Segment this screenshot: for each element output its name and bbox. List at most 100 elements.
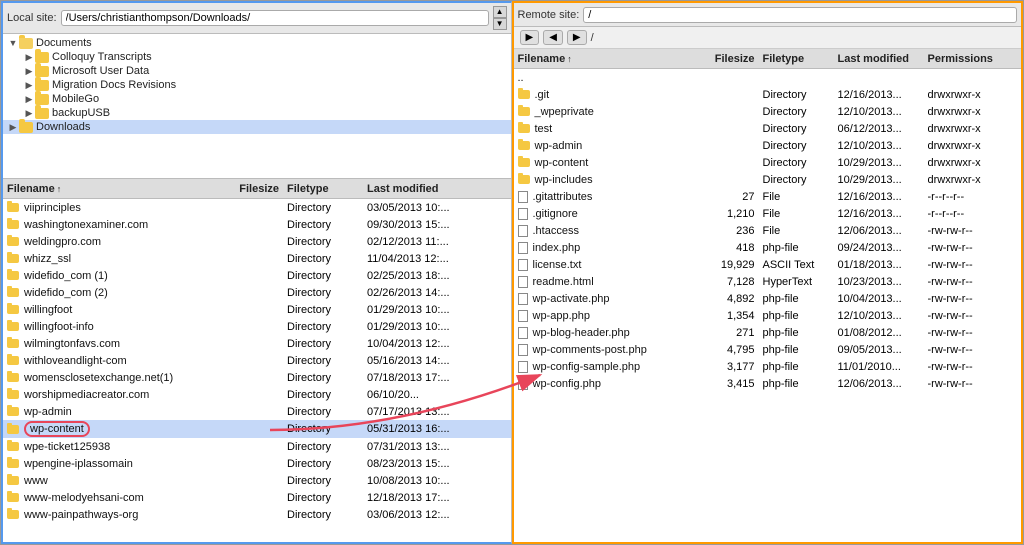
table-row[interactable]: wwwDirectory10/08/2013 10:... bbox=[3, 472, 511, 489]
tree-toggle[interactable]: ▶ bbox=[23, 108, 35, 119]
tree-label: backupUSB bbox=[52, 107, 110, 119]
file-type: Directory bbox=[287, 509, 367, 521]
tree-toggle[interactable]: ▶ bbox=[23, 52, 35, 63]
table-row[interactable]: www-painpathways-orgDirectory03/06/2013 … bbox=[3, 506, 511, 523]
file-type: Directory bbox=[287, 304, 367, 316]
table-row[interactable]: withloveandlight-comDirectory05/16/2013 … bbox=[3, 352, 511, 369]
tree-item[interactable]: ▼Documents bbox=[3, 36, 511, 50]
table-row[interactable]: willingfootDirectory01/29/2013 10:... bbox=[3, 301, 511, 318]
left-col-filesize-header[interactable]: Filesize bbox=[227, 183, 287, 195]
folder-icon bbox=[35, 80, 49, 91]
file-icon bbox=[518, 361, 528, 373]
table-row[interactable]: wp-adminDirectory12/10/2013...drwxrwxr-x bbox=[514, 137, 1022, 154]
tree-toggle[interactable]: ▶ bbox=[23, 80, 35, 91]
right-site-input[interactable] bbox=[583, 7, 1017, 23]
file-icon bbox=[518, 276, 528, 288]
table-row[interactable]: www-melodyehsani-comDirectory12/18/2013 … bbox=[3, 489, 511, 506]
right-col-perms-header[interactable]: Permissions bbox=[928, 53, 1018, 65]
right-col-filesize-header[interactable]: Filesize bbox=[708, 53, 763, 65]
right-file-list: ...gitDirectory12/16/2013...drwxrwxr-x_w… bbox=[514, 69, 1022, 542]
table-row[interactable]: washingtonexaminer.comDirectory09/30/201… bbox=[3, 216, 511, 233]
folder-icon bbox=[7, 425, 19, 434]
file-permissions: -r--r--r-- bbox=[928, 208, 1018, 220]
tree-item[interactable]: ▶MobileGo bbox=[3, 92, 511, 106]
table-row[interactable]: wp-app.php1,354php-file12/10/2013...-rw-… bbox=[514, 307, 1022, 324]
file-permissions: -rw-rw-r-- bbox=[928, 276, 1018, 288]
table-row[interactable]: wpengine-iplassomainDirectory08/23/2013 … bbox=[3, 455, 511, 472]
table-row[interactable]: willingfoot-infoDirectory01/29/2013 10:.… bbox=[3, 318, 511, 335]
left-col-modified-header[interactable]: Last modified bbox=[367, 183, 467, 195]
file-name: wp-admin bbox=[535, 140, 583, 152]
file-name: viiprinciples bbox=[24, 202, 81, 214]
right-col-modified-header[interactable]: Last modified bbox=[838, 53, 928, 65]
tree-toggle[interactable]: ▼ bbox=[7, 38, 19, 48]
folder-icon bbox=[19, 38, 33, 49]
table-row[interactable]: _wpeprivateDirectory12/10/2013...drwxrwx… bbox=[514, 103, 1022, 120]
file-modified: 05/31/2013 16:... bbox=[367, 423, 467, 435]
tree-toggle[interactable]: ▶ bbox=[23, 66, 35, 77]
tree-item[interactable]: ▶Downloads bbox=[3, 120, 511, 134]
right-nav-play-btn[interactable]: ▶ bbox=[520, 30, 540, 45]
table-row[interactable]: readme.html7,128HyperText10/23/2013...-r… bbox=[514, 273, 1022, 290]
right-col-filetype-header[interactable]: Filetype bbox=[763, 53, 838, 65]
table-row[interactable]: wp-config-sample.php3,177php-file11/01/2… bbox=[514, 358, 1022, 375]
left-col-filename-header[interactable]: Filename ↑ bbox=[7, 183, 227, 195]
left-col-filetype-header[interactable]: Filetype bbox=[287, 183, 367, 195]
tree-toggle[interactable]: ▶ bbox=[7, 122, 19, 133]
table-row[interactable]: widefido_com (1)Directory02/25/2013 18:.… bbox=[3, 267, 511, 284]
table-row[interactable]: whizz_sslDirectory11/04/2013 12:... bbox=[3, 250, 511, 267]
file-icon bbox=[518, 225, 528, 237]
table-row[interactable]: .gitattributes27File12/16/2013...-r--r--… bbox=[514, 188, 1022, 205]
tree-item[interactable]: ▶Colloquy Transcripts bbox=[3, 50, 511, 64]
table-row[interactable]: worshipmediacreator.comDirectory06/10/20… bbox=[3, 386, 511, 403]
file-modified: 09/24/2013... bbox=[838, 242, 928, 254]
table-row[interactable]: .gitDirectory12/16/2013...drwxrwxr-x bbox=[514, 86, 1022, 103]
tree-item[interactable]: ▶Migration Docs Revisions bbox=[3, 78, 511, 92]
table-row[interactable]: .htaccess236File12/06/2013...-rw-rw-r-- bbox=[514, 222, 1022, 239]
table-row[interactable]: womensclosetexchange.net(1)Directory07/1… bbox=[3, 369, 511, 386]
right-nav-back-btn[interactable]: ◀ bbox=[543, 30, 563, 45]
file-permissions: drwxrwxr-x bbox=[928, 140, 1018, 152]
table-row[interactable]: wilmingtonfavs.comDirectory10/04/2013 12… bbox=[3, 335, 511, 352]
table-row[interactable]: .. bbox=[514, 69, 1022, 86]
left-path-up-arrow[interactable]: ▲ bbox=[493, 6, 507, 18]
tree-item[interactable]: ▶Microsoft User Data bbox=[3, 64, 511, 78]
file-name: wp-blog-header.php bbox=[533, 327, 630, 339]
tree-toggle[interactable]: ▶ bbox=[23, 94, 35, 105]
file-type: php-file bbox=[763, 293, 838, 305]
file-modified: 03/05/2013 10:... bbox=[367, 202, 467, 214]
file-size: 271 bbox=[708, 327, 763, 339]
table-row[interactable]: wp-contentDirectory10/29/2013...drwxrwxr… bbox=[514, 154, 1022, 171]
file-name: whizz_ssl bbox=[24, 253, 71, 265]
table-row[interactable]: wpe-ticket125938Directory07/31/2013 13:.… bbox=[3, 438, 511, 455]
table-row[interactable]: testDirectory06/12/2013...drwxrwxr-x bbox=[514, 120, 1022, 137]
table-row[interactable]: wp-activate.php4,892php-file10/04/2013..… bbox=[514, 290, 1022, 307]
table-row[interactable]: .gitignore1,210File12/16/2013...-r--r--r… bbox=[514, 205, 1022, 222]
table-row[interactable]: wp-contentDirectory05/31/2013 16:... bbox=[3, 420, 511, 438]
table-row[interactable]: license.txt19,929ASCII Text01/18/2013...… bbox=[514, 256, 1022, 273]
file-modified: 11/01/2010... bbox=[838, 361, 928, 373]
file-modified: 07/17/2013 13:... bbox=[367, 406, 467, 418]
file-type: Directory bbox=[287, 492, 367, 504]
right-col-filename-header[interactable]: Filename ↑ bbox=[518, 53, 708, 65]
left-site-input[interactable] bbox=[61, 10, 489, 26]
file-type: Directory bbox=[287, 372, 367, 384]
folder-icon bbox=[7, 356, 19, 365]
table-row[interactable]: wp-comments-post.php4,795php-file09/05/2… bbox=[514, 341, 1022, 358]
file-permissions: drwxrwxr-x bbox=[928, 89, 1018, 101]
table-row[interactable]: weldingpro.comDirectory02/12/2013 11:... bbox=[3, 233, 511, 250]
left-path-down-arrow[interactable]: ▼ bbox=[493, 18, 507, 30]
table-row[interactable]: wp-blog-header.php271php-file01/08/2012.… bbox=[514, 324, 1022, 341]
table-row[interactable]: index.php418php-file09/24/2013...-rw-rw-… bbox=[514, 239, 1022, 256]
file-type: Directory bbox=[763, 123, 838, 135]
tree-item[interactable]: ▶ backupUSB bbox=[3, 106, 511, 120]
table-row[interactable]: wp-adminDirectory07/17/2013 13:... bbox=[3, 403, 511, 420]
table-row[interactable]: viiprinciplesDirectory03/05/2013 10:... bbox=[3, 199, 511, 216]
table-row[interactable]: wp-config.php3,415php-file12/06/2013...-… bbox=[514, 375, 1022, 392]
file-name: test bbox=[535, 123, 553, 135]
file-modified: 11/04/2013 12:... bbox=[367, 253, 467, 265]
file-modified: 12/06/2013... bbox=[838, 378, 928, 390]
right-nav-fwd-btn[interactable]: ▶ bbox=[567, 30, 587, 45]
table-row[interactable]: wp-includesDirectory10/29/2013...drwxrwx… bbox=[514, 171, 1022, 188]
table-row[interactable]: widefido_com (2)Directory02/26/2013 14:.… bbox=[3, 284, 511, 301]
